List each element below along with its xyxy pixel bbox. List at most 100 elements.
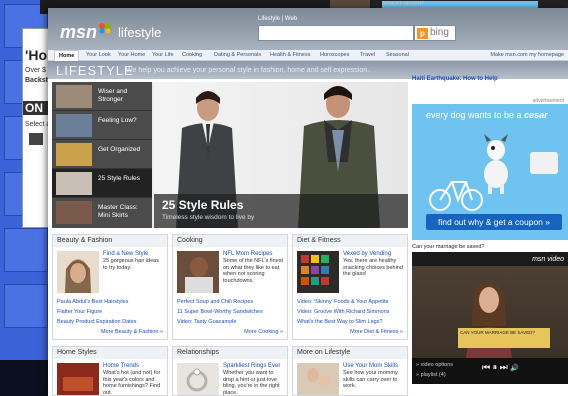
card-image[interactable]	[297, 363, 339, 395]
next-icon[interactable]: ⏭	[500, 362, 508, 372]
card-blurb: Whether you want to drop a hint or just …	[223, 370, 280, 396]
card-more-link[interactable]: More Diet & Fitness »	[350, 329, 403, 335]
volume-icon[interactable]: 🔊	[510, 365, 519, 372]
feature-item-label: 25 Style Rules	[98, 175, 140, 182]
feature-item-active[interactable]: 25 Style Rules	[52, 169, 152, 198]
card-title-link[interactable]: NFL Mom Recipes	[223, 251, 285, 257]
card-links: Perfect Soup and Chili Recipes 11 Super …	[177, 297, 263, 327]
card-blurb: Some of the NFL's finest on what they li…	[223, 258, 284, 284]
card-header[interactable]: Home Styles	[53, 347, 167, 359]
cesar-ad[interactable]: every dog wants to be a cesar find out w…	[412, 104, 568, 240]
butterfly-icon	[99, 23, 112, 34]
video-player[interactable]: msn video CAN YOUR MARRIAGE BE SAVED? » …	[412, 252, 568, 384]
make-homepage-link[interactable]: Make msn.com my homepage	[490, 52, 564, 58]
card-title-link[interactable]: Home Trends	[103, 363, 165, 369]
previous-icon[interactable]: ⏮	[482, 362, 490, 372]
card-link[interactable]: Video: Tasty Guacamole	[177, 317, 263, 327]
msn-video-logo: msn video	[532, 256, 564, 263]
card-header[interactable]: Beauty & Fashion	[53, 235, 167, 247]
hero-subtitle: Timeless style wisdom to live by	[162, 214, 255, 221]
card-links: Paula Abdul's Best Hairstyles Flatter Yo…	[57, 297, 137, 327]
card-link[interactable]: What's the Best Way to Slim Legs?	[297, 317, 390, 327]
search-input[interactable]	[258, 25, 414, 41]
news-link[interactable]: Haiti Earthquake: How to Help	[412, 76, 498, 82]
feature-thumb	[56, 85, 92, 108]
feature-slideshow: Wiser and Stronger Feeling Low? Get Orga…	[52, 82, 408, 228]
card-link[interactable]: 11 Super Bowl-Worthy Sandwiches	[177, 307, 263, 317]
ad-headline: every dog wants to be a cesar	[426, 110, 548, 120]
card-blurb: Yes, there are healthy snacking choices …	[343, 258, 403, 277]
screen: ADVERTISEMENT 'Ho Over $ Backst ON Selec…	[0, 0, 568, 396]
card-more-link[interactable]: More Beauty & Fashion »	[101, 329, 163, 335]
card-image[interactable]	[57, 251, 99, 293]
bing-search-button[interactable]: p bing	[414, 25, 456, 41]
card-image[interactable]	[177, 363, 219, 395]
feature-item-label: Wiser and Stronger	[98, 88, 128, 103]
card-image[interactable]	[177, 251, 219, 293]
feature-item[interactable]: Get Organized	[52, 140, 152, 169]
feature-item[interactable]: Feeling Low?	[52, 111, 152, 140]
coupon-button[interactable]: find out why & get a coupon »	[426, 214, 562, 230]
video-title[interactable]: Can your marriage be saved?	[412, 244, 484, 250]
feature-item[interactable]: Wiser and Stronger	[52, 82, 152, 111]
card-image[interactable]	[57, 363, 99, 395]
nav-home[interactable]: Home	[54, 50, 80, 61]
video-frame[interactable]: CAN YOUR MARRIAGE BE SAVED?	[412, 266, 568, 358]
nav-horoscopes[interactable]: Horoscopes	[320, 52, 349, 58]
card-link[interactable]: Flatter Your Figure	[57, 307, 137, 317]
bg-subline: Over $	[25, 67, 47, 74]
section-name: lifestyle	[118, 25, 162, 40]
nav-your-look[interactable]: Your Look	[86, 52, 111, 58]
video-controls: » video options » playlist (4) ⏮ ⏸ ⏭ 🔊	[412, 358, 568, 384]
bg-tile	[4, 284, 48, 328]
nav-dating[interactable]: Dating & Personals	[214, 52, 261, 58]
msn-logo[interactable]: msn	[60, 22, 112, 43]
nav-health[interactable]: Health & Fitness	[270, 52, 310, 58]
feature-thumb	[56, 172, 92, 195]
card-header[interactable]: Cooking	[173, 235, 287, 247]
card-header[interactable]: More on Lifestyle	[293, 347, 407, 359]
card-image[interactable]	[297, 251, 339, 293]
card-title-link[interactable]: Find a New Style	[103, 251, 165, 257]
lower-third-graphic: CAN YOUR MARRIAGE BE SAVED?	[458, 328, 550, 348]
feature-thumb	[56, 143, 92, 166]
nav-your-home[interactable]: Your Home	[118, 52, 145, 58]
hero-caption: 25 Style Rules Timeless style wisdom to …	[154, 194, 408, 228]
card-link[interactable]: Perfect Soup and Chili Recipes	[177, 297, 263, 307]
card-header[interactable]: Diet & Fitness	[293, 235, 407, 247]
card-link[interactable]: Video: 'Skinny' Foods & Your Appetite	[297, 297, 390, 307]
hero-title[interactable]: 25 Style Rules	[162, 198, 243, 212]
feature-item[interactable]: Master Class: Mini Skirts	[52, 198, 152, 227]
nav-cooking[interactable]: Cooking	[182, 52, 202, 58]
card-title-link[interactable]: Vexed by Vending	[343, 251, 405, 257]
playlist-link[interactable]: » playlist (4)	[416, 372, 446, 378]
video-options-link[interactable]: » video options	[416, 362, 453, 368]
cesar-tray	[530, 152, 558, 174]
nav-travel[interactable]: Travel	[360, 52, 375, 58]
card-blurb: See how your mommy skills can carry over…	[343, 370, 398, 389]
bg-select-text: Select a	[25, 121, 51, 128]
card-link[interactable]: Beauty Product Expiration Dates	[57, 317, 137, 327]
playback-controls[interactable]: ⏮ ⏸ ⏭ 🔊	[482, 362, 519, 373]
nav-your-life[interactable]: Your Life	[152, 52, 174, 58]
nav-seasonal[interactable]: Seasonal	[386, 52, 409, 58]
bg-tv-icon	[29, 133, 43, 145]
card-cooking: Cooking NFL Mom Recipes Some of the NFL'…	[172, 234, 288, 340]
card-title-link[interactable]: Sparkliest Rings Ever	[223, 363, 285, 369]
card-link[interactable]: Video: Groove With Richard Simmons	[297, 307, 390, 317]
pause-icon[interactable]: ⏸	[493, 362, 498, 372]
card-home-styles: Home Styles Home Trends What's hot (and …	[52, 346, 168, 396]
card-title-link[interactable]: Use Your Mom Skills	[343, 363, 405, 369]
bing-icon: p	[417, 28, 428, 39]
search-scope-tabs[interactable]: Lifestyle | Web	[258, 16, 297, 22]
card-header[interactable]: Relationships	[173, 347, 287, 359]
masthead: msn lifestyle Lifestyle | Web p bing	[48, 8, 568, 50]
card-more-link[interactable]: More Cooking »	[244, 329, 283, 335]
card-diet-fitness: Diet & Fitness Vexed by Vending Yes, the…	[292, 234, 408, 340]
feature-menu: Wiser and Stronger Feeling Low? Get Orga…	[52, 82, 152, 228]
card-link[interactable]: Paula Abdul's Best Hairstyles	[57, 297, 137, 307]
bg-headline: 'Ho	[25, 47, 47, 63]
card-blurb: What's hot (and not) for this year's col…	[103, 370, 161, 396]
hero-image[interactable]: 25 Style Rules Timeless style wisdom to …	[154, 82, 408, 228]
feature-thumb	[56, 201, 92, 224]
